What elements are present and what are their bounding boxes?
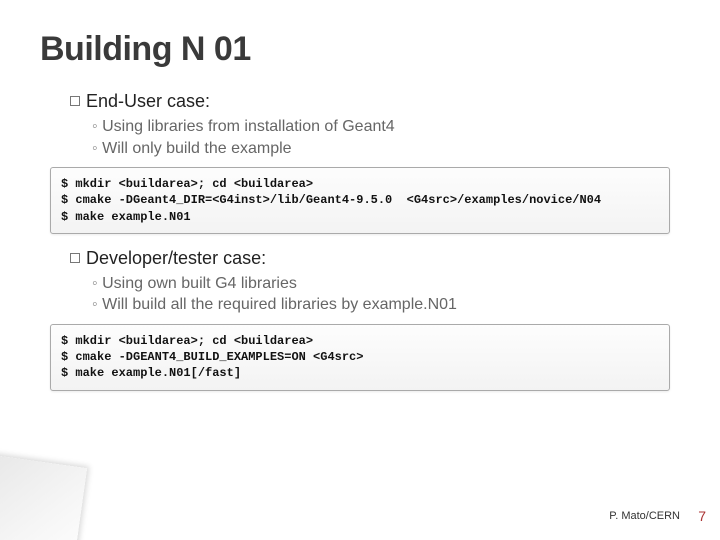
- section-head-developer: Developer/tester case:: [70, 248, 680, 269]
- list-item: Will build all the required libraries by…: [92, 294, 680, 316]
- code-block-developer: $ mkdir <buildarea>; cd <buildarea> $ cm…: [50, 324, 670, 391]
- list-item: Using libraries from installation of Gea…: [92, 116, 680, 138]
- section-head-end-user: End-User case:: [70, 91, 680, 112]
- slide: Building N 01 End-User case: Using libra…: [0, 0, 720, 540]
- list-item: Using own built G4 libraries: [92, 273, 680, 295]
- section-end-user: End-User case: Using libraries from inst…: [70, 91, 680, 159]
- decorative-corner: [0, 453, 87, 540]
- bullet-list: Using own built G4 libraries Will build …: [92, 273, 680, 316]
- page-number: 7: [698, 508, 706, 524]
- footer-author: P. Mato/CERN: [609, 510, 680, 522]
- bullet-list: Using libraries from installation of Gea…: [92, 116, 680, 159]
- list-item: Will only build the example: [92, 138, 680, 160]
- checkbox-icon: [70, 96, 80, 106]
- section-head-prefix: End-User: [86, 91, 162, 111]
- page-title: Building N 01: [40, 30, 680, 69]
- section-head-prefix: Developer/tester: [86, 248, 218, 268]
- section-developer: Developer/tester case: Using own built G…: [70, 248, 680, 316]
- checkbox-icon: [70, 253, 80, 263]
- code-block-end-user: $ mkdir <buildarea>; cd <buildarea> $ cm…: [50, 167, 670, 234]
- section-head-suffix: case:: [162, 91, 210, 111]
- section-head-suffix: case:: [218, 248, 266, 268]
